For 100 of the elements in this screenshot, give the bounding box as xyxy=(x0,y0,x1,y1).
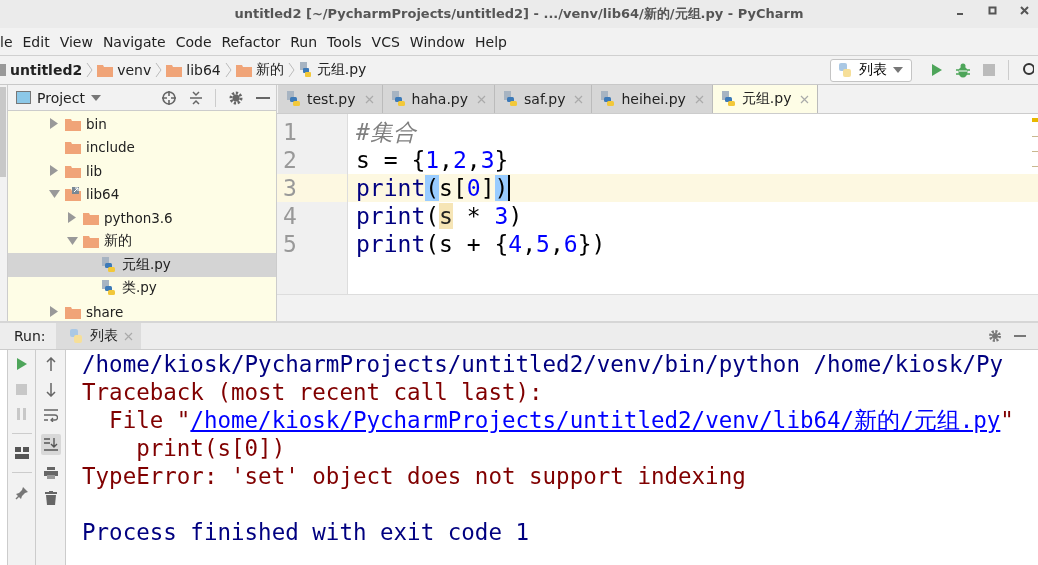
settings-icon[interactable] xyxy=(228,89,244,106)
chevron-icon xyxy=(287,62,295,78)
code-line: #集合 xyxy=(356,118,416,146)
line-number: 3 xyxy=(277,174,347,202)
folder-icon xyxy=(65,304,81,319)
code-line: print(s[0]) xyxy=(356,174,509,202)
chevron-icon xyxy=(224,62,232,78)
bug-icon[interactable] xyxy=(956,62,970,78)
warning-marker[interactable] xyxy=(1032,118,1038,122)
search-icon[interactable] xyxy=(1022,62,1034,78)
chevron-icon xyxy=(155,62,163,78)
folder-icon xyxy=(83,210,99,225)
project-icon xyxy=(0,64,6,76)
editor-tab[interactable]: test.py xyxy=(278,85,383,113)
file-link[interactable]: /home/kiosk/PycharmProjects/untitled2/venv/lib64/新的/元组.py xyxy=(190,407,1001,433)
menu-item[interactable]: Navigate xyxy=(102,33,166,50)
folder-icon xyxy=(65,163,81,178)
locate-icon[interactable] xyxy=(161,89,177,106)
layout-icon[interactable] xyxy=(14,447,29,459)
tree-item[interactable]: lib xyxy=(8,159,276,183)
line-number: 4 xyxy=(282,202,298,230)
expanded-arrow-icon[interactable] xyxy=(48,190,60,199)
chevron-icon xyxy=(86,62,94,78)
collapsed-arrow-icon[interactable] xyxy=(50,118,58,130)
python-file-icon xyxy=(390,91,407,107)
breadcrumb[interactable]: venv xyxy=(97,62,152,78)
menu-item[interactable]: View xyxy=(59,33,93,50)
menu-item[interactable]: Code xyxy=(175,33,212,50)
tree-item[interactable]: include xyxy=(8,135,276,159)
window-title: untitled2 [~/PycharmProjects/untitled2] - .../venv/lib64/新的/元组.py - PyCharm xyxy=(234,5,804,23)
breadcrumb[interactable]: 元组.py xyxy=(298,61,367,79)
folder-icon xyxy=(166,63,183,77)
breadcrumb[interactable]: untitled2 xyxy=(10,62,83,78)
marker[interactable] xyxy=(1032,136,1038,137)
menu-item[interactable]: Run xyxy=(290,33,318,50)
print-icon[interactable] xyxy=(43,467,58,479)
up-arrow-icon[interactable] xyxy=(45,357,56,371)
breadcrumb[interactable]: lib64 xyxy=(166,62,221,78)
python-icon xyxy=(837,62,853,78)
console-line: print(s[0]) xyxy=(135,434,287,462)
project-view-selector[interactable]: Project xyxy=(16,89,101,106)
menu-item[interactable]: Refactor xyxy=(221,33,281,50)
python-file-icon xyxy=(720,91,737,107)
console-line: /home/kiosk/PycharmProjects/untitled2/venv/bin/python /home/kiosk/Py xyxy=(82,350,1005,378)
line-number: 5 xyxy=(282,230,298,258)
console-line: TypeError: 'set' object does not support indexing xyxy=(82,462,747,490)
rerun-icon[interactable] xyxy=(15,357,28,371)
hide-icon[interactable] xyxy=(1014,334,1026,338)
menu-item[interactable]: Window xyxy=(409,33,466,50)
collapse-icon[interactable] xyxy=(189,89,203,106)
breadcrumb[interactable]: 新的 xyxy=(235,61,284,79)
maximize-icon[interactable] xyxy=(988,6,998,16)
code-line: print(s + {4,5,6}) xyxy=(356,230,606,258)
trash-icon[interactable] xyxy=(44,491,57,505)
collapsed-arrow-icon[interactable] xyxy=(50,306,58,318)
expanded-arrow-icon[interactable] xyxy=(66,237,78,246)
tree-item[interactable]: share xyxy=(8,300,276,321)
pin-icon[interactable] xyxy=(14,486,29,500)
tree-item[interactable]: python3.6 xyxy=(8,206,276,230)
marker[interactable] xyxy=(1032,166,1038,167)
console-line: Process finished with exit code 1 xyxy=(82,518,531,546)
line-number: 2 xyxy=(282,146,298,174)
pause-icon[interactable] xyxy=(16,408,27,420)
tree-item[interactable]: lib64 xyxy=(8,182,276,206)
python-file-icon xyxy=(503,91,520,107)
tree-item[interactable]: bin xyxy=(8,112,276,136)
folder-icon xyxy=(65,116,81,131)
folder-icon xyxy=(97,63,114,77)
collapsed-arrow-icon[interactable] xyxy=(68,212,76,224)
menu-item[interactable]: Edit xyxy=(22,33,50,50)
editor-tab[interactable]: saf.py xyxy=(495,85,593,113)
run-tab[interactable]: 列表 xyxy=(55,323,141,349)
python-file-icon xyxy=(298,62,313,78)
menu-item[interactable]: Tools xyxy=(327,33,362,50)
menu-item[interactable]: Help xyxy=(475,33,507,50)
marker[interactable] xyxy=(1032,151,1038,152)
linked-folder-icon xyxy=(65,187,81,202)
soft-wrap-icon[interactable] xyxy=(43,409,58,422)
run-icon[interactable] xyxy=(931,63,943,77)
settings-icon[interactable] xyxy=(988,329,1002,343)
editor-tab[interactable]: haha.py xyxy=(382,85,496,113)
editor-tab[interactable]: 元组.py xyxy=(712,85,819,113)
collapsed-arrow-icon[interactable] xyxy=(50,165,58,177)
console-line: Traceback (most recent call last): xyxy=(82,378,544,406)
tree-item[interactable]: 类.py xyxy=(8,276,276,300)
close-icon[interactable] xyxy=(1020,6,1030,16)
menu-item[interactable]: VCS xyxy=(371,33,400,50)
caret-icon xyxy=(893,67,903,73)
window-icon xyxy=(16,91,31,104)
tree-item[interactable]: 新的 xyxy=(8,229,276,253)
menu-item[interactable]: le xyxy=(0,33,13,50)
run-panel-label: Run: xyxy=(13,328,47,344)
code-line: print(s * 3) xyxy=(356,202,523,230)
line-number: 1 xyxy=(282,118,298,146)
run-configuration-dropdown[interactable]: 列表 xyxy=(830,58,912,82)
down-arrow-icon[interactable] xyxy=(45,383,56,397)
editor-tab[interactable]: heihei.py xyxy=(592,85,713,113)
scroll-to-end-button[interactable] xyxy=(40,434,61,455)
tree-item[interactable]: 元组.py xyxy=(8,253,276,277)
python-file-icon xyxy=(286,91,302,107)
